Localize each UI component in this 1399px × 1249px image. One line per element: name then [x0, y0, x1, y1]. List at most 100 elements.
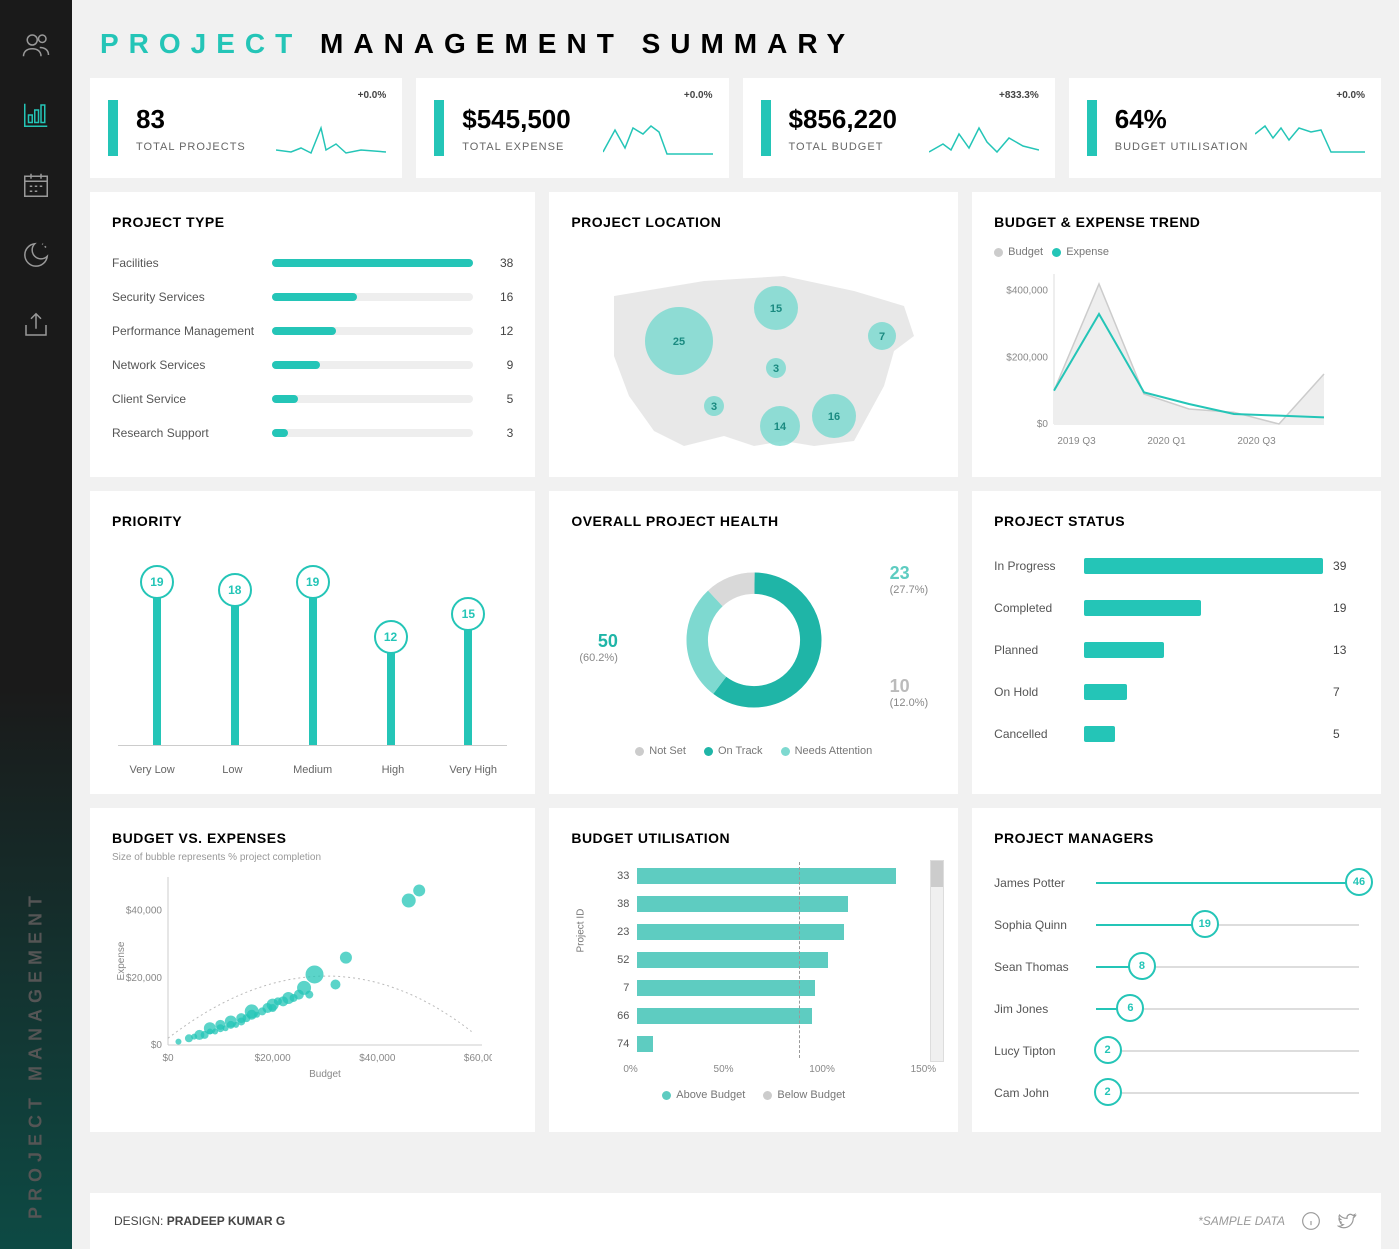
kpi-label: TOTAL PROJECTS: [136, 141, 246, 153]
card-project-type: PROJECT TYPE Facilities 38 Security Serv…: [90, 192, 535, 477]
svg-text:2020 Q1: 2020 Q1: [1147, 436, 1186, 447]
project-type-row[interactable]: Performance Management 12: [112, 314, 513, 348]
card-health: OVERALL PROJECT HEALTH 50 (60.2%) 23 (27…: [549, 491, 958, 794]
scatter-chart[interactable]: $0 $20,000 $40,000 $60,000 $0 $20,000 $40,000 B…: [112, 871, 492, 1081]
scatter-point[interactable]: [330, 980, 340, 990]
svg-text:2019 Q3: 2019 Q3: [1057, 436, 1096, 447]
status-row[interactable]: Planned 13: [994, 629, 1359, 671]
svg-text:15: 15: [770, 303, 782, 315]
share-icon[interactable]: [21, 310, 51, 340]
bu-row[interactable]: 38: [599, 890, 912, 918]
card-trend: BUDGET & EXPENSE TREND Budget Expense $0…: [972, 192, 1381, 477]
svg-text:$0: $0: [151, 1040, 163, 1051]
card-project-location: PROJECT LOCATION 25 15 3 3 14 16 7: [549, 192, 958, 477]
pm-row[interactable]: Cam John 2: [994, 1072, 1359, 1114]
pm-row[interactable]: Lucy Tipton 2: [994, 1030, 1359, 1072]
kpi-delta: +833.3%: [999, 90, 1039, 101]
kpi-delta: +0.0%: [358, 90, 387, 101]
pm-row[interactable]: James Potter 46: [994, 862, 1359, 904]
trend-legend: Budget Expense: [994, 246, 1359, 258]
svg-text:$20,000: $20,000: [126, 973, 163, 984]
calendar-icon[interactable]: [21, 170, 51, 200]
kpi-card[interactable]: $545,500 TOTAL EXPENSE +0.0%: [416, 78, 728, 178]
kpi-label: TOTAL BUDGET: [789, 141, 897, 153]
svg-text:3: 3: [773, 363, 779, 375]
scatter-point[interactable]: [402, 894, 416, 908]
scatter-point[interactable]: [175, 1039, 181, 1045]
svg-text:14: 14: [774, 421, 787, 433]
scatter-point[interactable]: [306, 965, 324, 983]
kpi-value: $545,500: [462, 104, 570, 135]
kpi-label: TOTAL EXPENSE: [462, 141, 570, 153]
bu-legend: Above Budget Below Budget: [571, 1089, 936, 1101]
pm-row[interactable]: Jim Jones 6: [994, 988, 1359, 1030]
priority-bar[interactable]: 18: [218, 573, 252, 745]
dark-mode-icon[interactable]: [21, 240, 51, 270]
dashboard-icon[interactable]: [21, 100, 51, 130]
kpi-value: $856,220: [789, 104, 897, 135]
card-project-managers: PROJECT MANAGERS James Potter 46 Sophia …: [972, 808, 1381, 1132]
status-row[interactable]: On Hold 7: [994, 671, 1359, 713]
svg-text:Budget: Budget: [309, 1069, 341, 1080]
svg-text:25: 25: [673, 336, 685, 348]
sparkline: [929, 118, 1039, 162]
kpi-delta: +0.0%: [1336, 90, 1365, 101]
svg-text:$60,000: $60,000: [464, 1053, 492, 1064]
info-icon[interactable]: [1301, 1211, 1321, 1231]
bu-row[interactable]: 23: [599, 918, 912, 946]
project-type-row[interactable]: Network Services 9: [112, 348, 513, 382]
sparkline: [1255, 118, 1365, 162]
kpi-label: BUDGET UTILISATION: [1115, 141, 1249, 153]
scatter-point[interactable]: [305, 991, 313, 999]
bu-row[interactable]: 7: [599, 974, 912, 1002]
svg-text:$20,000: $20,000: [255, 1053, 292, 1064]
main-content: PROJECT MANAGEMENT SUMMARY 83 TOTAL PROJ…: [72, 0, 1399, 1249]
footer: DESIGN: PRADEEP KUMAR G *SAMPLE DATA: [90, 1193, 1381, 1249]
sparkline: [603, 118, 713, 162]
priority-bar[interactable]: 19: [140, 565, 174, 745]
status-row[interactable]: Cancelled 5: [994, 713, 1359, 755]
us-map[interactable]: 25 15 3 3 14 16 7: [584, 246, 924, 456]
bu-row[interactable]: 52: [599, 946, 912, 974]
status-row[interactable]: In Progress 39: [994, 545, 1359, 587]
project-type-row[interactable]: Facilities 38: [112, 246, 513, 280]
svg-text:$0: $0: [162, 1053, 174, 1064]
sparkline: [276, 118, 386, 162]
kpi-value: 64%: [1115, 104, 1249, 135]
twitter-icon[interactable]: [1337, 1211, 1357, 1231]
kpi-card[interactable]: 64% BUDGET UTILISATION +0.0%: [1069, 78, 1381, 178]
status-row[interactable]: Completed 19: [994, 587, 1359, 629]
card-budget-utilisation: BUDGET UTILISATION Project ID 33 38 23 5…: [549, 808, 958, 1132]
health-legend: Not Set On Track Needs Attention: [571, 745, 936, 757]
card-bve: BUDGET VS. EXPENSES Size of bubble repre…: [90, 808, 535, 1132]
svg-text:$40,000: $40,000: [126, 906, 163, 917]
kpi-delta: +0.0%: [684, 90, 713, 101]
priority-bar[interactable]: 12: [374, 620, 408, 745]
svg-text:7: 7: [879, 331, 885, 343]
kpi-card[interactable]: 83 TOTAL PROJECTS +0.0%: [90, 78, 402, 178]
scatter-point[interactable]: [340, 952, 352, 964]
svg-text:$400,000: $400,000: [1006, 286, 1048, 297]
project-type-row[interactable]: Security Services 16: [112, 280, 513, 314]
users-icon[interactable]: [21, 30, 51, 60]
priority-bar[interactable]: 19: [296, 565, 330, 745]
priority-bar[interactable]: 15: [451, 597, 485, 745]
donut-chart[interactable]: [679, 565, 829, 715]
pm-row[interactable]: Sophia Quinn 19: [994, 904, 1359, 946]
scatter-point[interactable]: [413, 884, 425, 896]
svg-text:$0: $0: [1037, 419, 1049, 430]
bu-row[interactable]: 33: [599, 862, 912, 890]
kpi-card[interactable]: $856,220 TOTAL BUDGET +833.3%: [743, 78, 1055, 178]
trend-chart[interactable]: $0$200,000$400,0002019 Q32020 Q12020 Q3: [994, 264, 1334, 454]
project-type-row[interactable]: Research Support 3: [112, 416, 513, 450]
svg-text:3: 3: [711, 401, 717, 413]
bu-row[interactable]: 66: [599, 1002, 912, 1030]
bu-row[interactable]: 74: [599, 1030, 912, 1058]
svg-text:$40,000: $40,000: [359, 1053, 396, 1064]
scrollbar[interactable]: [930, 860, 944, 1062]
pm-row[interactable]: Sean Thomas 8: [994, 946, 1359, 988]
svg-text:16: 16: [828, 411, 840, 423]
project-type-row[interactable]: Client Service 5: [112, 382, 513, 416]
kpi-value: 83: [136, 104, 246, 135]
svg-text:Expense: Expense: [116, 941, 127, 980]
